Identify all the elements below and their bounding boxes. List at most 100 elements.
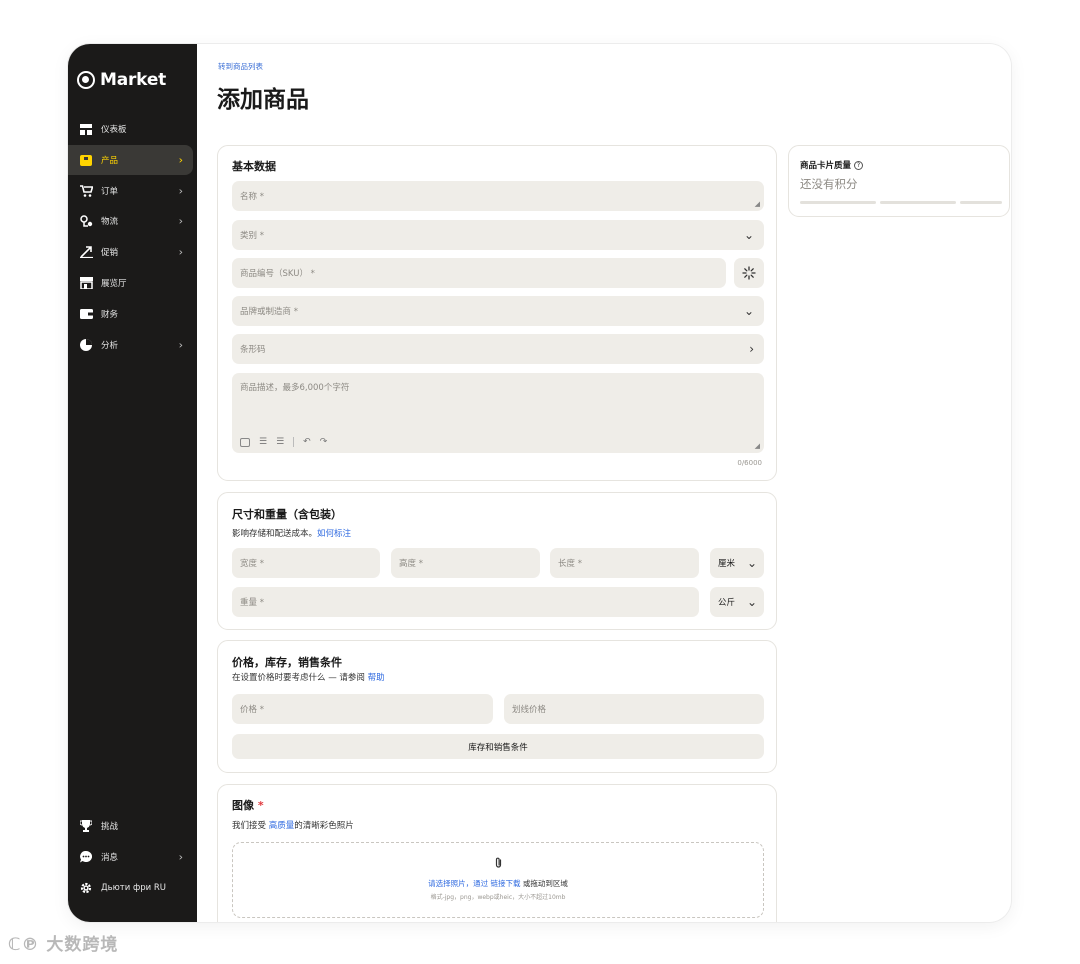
quality-score: 还没有积分: [800, 177, 858, 191]
weight-input[interactable]: 重量 *: [232, 587, 699, 617]
quality-bar-segment: [960, 201, 1002, 204]
subtitle-text: 的清晰彩色照片: [294, 821, 354, 831]
upload-instructions: 请选择照片，通过 链接下载 或拖动到区域: [233, 878, 763, 889]
chevron-right-icon: ›: [178, 850, 183, 864]
weight-unit-select[interactable]: 公斤 ⌄: [710, 587, 764, 617]
sidebar-item-dashboard[interactable]: 仪表板: [68, 114, 197, 144]
dimensions-card: 尺寸和重量（含包装） 影响存储和配送成本。如何标注 宽度 * 高度 * 长度 *…: [217, 492, 777, 630]
sidebar-item-analytics[interactable]: 分析 ›: [68, 330, 197, 360]
sidebar-item-finance[interactable]: 财务: [68, 299, 197, 329]
sidebar-item-challenges[interactable]: 挑战: [68, 811, 197, 841]
brand-select[interactable]: 品牌或制造商 * ⌄: [232, 296, 764, 326]
unit-value: 厘米: [718, 559, 736, 569]
quality-bar-segment: [800, 201, 876, 204]
description-textarea[interactable]: 商品描述，最多6,000个字符 ☰ ☰ ↶ ↷ ◢: [232, 373, 764, 453]
main-content: 转到商品列表 添加商品 基本数据 名称 * ◢ 类别 * ⌄ 商品编号（SKU）…: [197, 44, 1011, 922]
brand-name: Market: [100, 70, 167, 90]
sidebar-item-orders[interactable]: 订单 ›: [68, 176, 197, 206]
high-quality-link[interactable]: 高质量: [269, 821, 295, 831]
bullet-list-icon[interactable]: ☰: [259, 437, 267, 447]
sidebar-item-promotions[interactable]: 促销 ›: [68, 237, 197, 267]
unit-value: 公斤: [718, 598, 736, 608]
sidebar-item-label: 消息: [101, 852, 119, 863]
sidebar-item-messages[interactable]: 消息 ›: [68, 842, 197, 872]
pricing-card: 价格，库存，销售条件 在设置价格时要考虑什么 — 请参阅 帮助 价格 * 划线价…: [217, 640, 777, 773]
watermark: ℂ℗ 大数跨境: [8, 930, 118, 955]
width-input[interactable]: 宽度 *: [232, 548, 380, 578]
quality-progress-bars: [800, 201, 1002, 204]
field-placeholder: 名称 *: [240, 192, 264, 202]
card-title-text: 图像: [232, 799, 254, 812]
sidebar-item-label: 促销: [101, 248, 119, 259]
price-input[interactable]: 价格 *: [232, 694, 493, 724]
sidebar-item-label: Дьюти фри RU: [101, 882, 166, 893]
select-photo-link[interactable]: 请选择照片，通过: [428, 879, 488, 888]
redo-icon[interactable]: ↷: [320, 437, 328, 447]
field-placeholder: 商品编号（SKU） *: [240, 269, 315, 279]
stock-conditions-button[interactable]: 库存和销售条件: [232, 734, 764, 759]
sidebar-item-products[interactable]: 产品 ›: [68, 144, 193, 175]
heading-format-icon[interactable]: [240, 437, 250, 447]
brand-logo[interactable]: Market: [77, 70, 166, 90]
help-circle-icon[interactable]: ?: [853, 161, 863, 170]
back-to-list-link[interactable]: 转到商品列表: [218, 61, 263, 72]
chevron-right-icon: ›: [178, 153, 183, 167]
button-label: 库存和销售条件: [468, 742, 528, 753]
sparkle-icon: [742, 266, 756, 280]
card-subtitle: 在设置价格时要考虑什么 — 请参阅 帮助: [232, 671, 385, 683]
sidebar-item-label: 分析: [101, 340, 119, 351]
cart-icon: [79, 184, 93, 198]
subtitle-text: 我们接受: [232, 821, 267, 831]
toolbar-divider: [293, 437, 295, 447]
name-input[interactable]: 名称 * ◢: [232, 181, 764, 211]
editor-toolbar: ☰ ☰ ↶ ↷: [240, 437, 327, 447]
watermark-logo-icon: ℂ℗: [8, 935, 40, 955]
chevron-down-icon: ⌄: [746, 556, 757, 570]
sidebar-item-store-settings[interactable]: Дьюти фри RU: [68, 873, 197, 903]
card-subtitle: 我们接受 高质量的清晰彩色照片: [232, 819, 354, 831]
character-counter: 0/6000: [737, 459, 762, 467]
resize-handle-icon[interactable]: ◢: [755, 200, 760, 208]
quality-bar-segment: [880, 201, 956, 204]
generate-sku-button[interactable]: [734, 258, 764, 288]
barcode-field[interactable]: 条形码 ›: [232, 334, 764, 364]
card-title: 基本数据: [232, 160, 276, 173]
undo-icon[interactable]: ↶: [303, 437, 311, 447]
sidebar-item-showroom[interactable]: 展览厅: [68, 268, 197, 298]
storefront-icon: [79, 276, 93, 290]
trophy-icon: [79, 819, 93, 833]
chevron-right-icon: ›: [178, 184, 183, 198]
chevron-down-icon: ⌄: [743, 228, 754, 242]
sidebar-item-label: 挑战: [101, 822, 119, 832]
chevron-down-icon: ⌄: [746, 595, 757, 609]
product-icon: [79, 153, 93, 167]
field-placeholder: 类别 *: [240, 231, 264, 241]
upload-hint: 格式-jpg，png，webp或heic，大小不超过10mb: [430, 894, 566, 901]
download-link[interactable]: 链接下载: [491, 879, 521, 888]
resize-handle-icon[interactable]: ◢: [755, 442, 760, 450]
image-dropzone[interactable]: 请选择照片，通过 链接下载 或拖动到区域 格式-jpg，png，webp或hei…: [232, 842, 764, 918]
length-unit-select[interactable]: 厘米 ⌄: [710, 548, 764, 578]
numbered-list-icon[interactable]: ☰: [276, 437, 284, 447]
pie-chart-icon: [79, 338, 93, 352]
sidebar-item-label: 订单: [101, 186, 119, 197]
category-select[interactable]: 类别 * ⌄: [232, 220, 764, 250]
page-title: 添加商品: [217, 87, 309, 113]
gear-icon: [79, 881, 93, 895]
subtitle-text: 在设置价格时要考虑什么 — 请参阅: [232, 673, 365, 683]
chevron-right-icon: ›: [178, 338, 183, 352]
field-placeholder: 条形码: [240, 345, 266, 355]
sidebar-item-logistics[interactable]: 物流 ›: [68, 206, 197, 236]
sku-input[interactable]: 商品编号（SKU） *: [232, 258, 726, 288]
height-input[interactable]: 高度 *: [391, 548, 540, 578]
field-placeholder: 长度 *: [558, 559, 582, 569]
sidebar: Market 仪表板 产品 › 订单 › 物流 › 促销 › 展览厅 财务 分析…: [68, 44, 197, 922]
quality-title: 商品卡片质量 ?: [800, 159, 863, 171]
strikethrough-price-input[interactable]: 划线价格: [504, 694, 764, 724]
field-placeholder: 划线价格: [512, 705, 547, 715]
length-input[interactable]: 长度 *: [550, 548, 699, 578]
chevron-right-icon: ›: [749, 342, 754, 356]
upload-text: 或拖动到区域: [522, 879, 568, 888]
help-link[interactable]: 帮助: [368, 673, 385, 683]
how-to-measure-link[interactable]: 如何标注: [317, 529, 351, 539]
